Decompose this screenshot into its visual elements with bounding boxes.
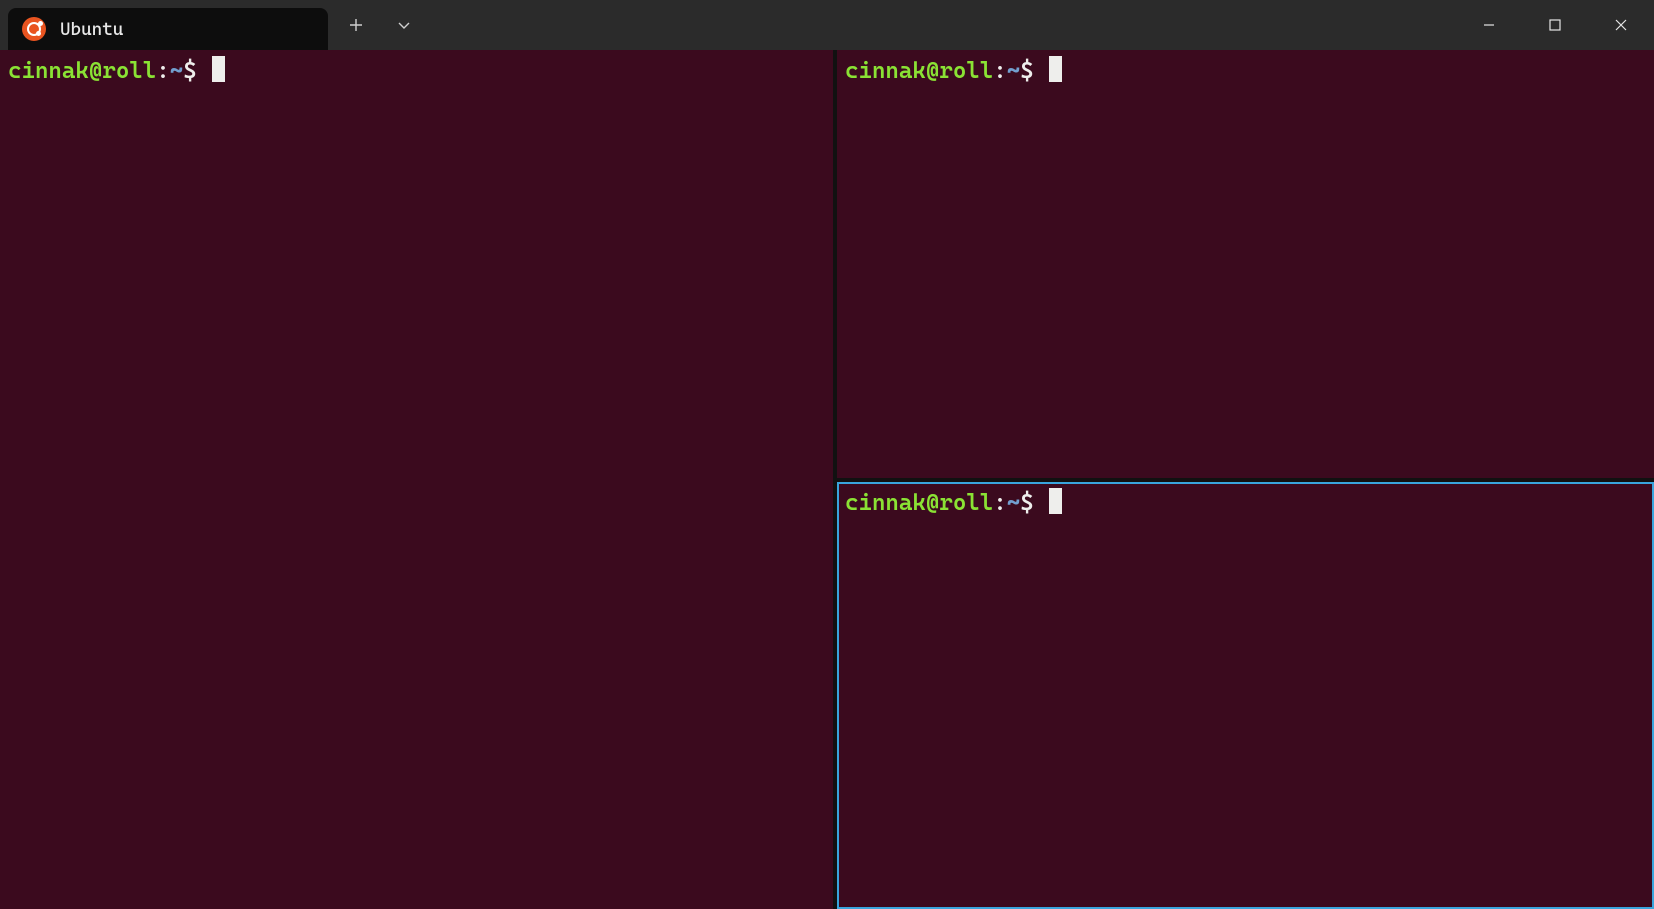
close-icon — [1614, 18, 1628, 32]
new-tab-button[interactable] — [332, 4, 380, 46]
cursor — [212, 56, 225, 82]
prompt-userhost: cinnak@roll — [8, 58, 156, 84]
prompt-userhost: cinnak@roll — [845, 58, 993, 84]
tab-close-button[interactable] — [290, 17, 314, 41]
shell-prompt: cinnak@roll:~$ — [845, 488, 1646, 519]
close-icon — [290, 17, 314, 41]
plus-icon — [347, 16, 365, 34]
minimize-icon — [1482, 18, 1496, 32]
prompt-colon: : — [993, 490, 1006, 516]
prompt-path: ~ — [170, 58, 183, 84]
maximize-button[interactable] — [1522, 0, 1588, 50]
tab-dropdown-button[interactable] — [380, 4, 428, 46]
tab-title: Ubuntu — [60, 19, 276, 40]
tabstrip-controls — [328, 0, 432, 50]
chevron-down-icon — [395, 16, 413, 34]
prompt-dollar: $ — [183, 58, 196, 84]
prompt-dollar: $ — [1020, 490, 1033, 516]
prompt-colon: : — [156, 58, 169, 84]
cursor — [1049, 488, 1062, 514]
pane-right-column: cinnak@roll:~$ cinnak@roll:~$ — [837, 50, 1654, 909]
tab-ubuntu[interactable]: Ubuntu — [8, 8, 328, 50]
prompt-colon: : — [993, 58, 1006, 84]
prompt-path: ~ — [1007, 58, 1020, 84]
prompt-dollar: $ — [1020, 58, 1033, 84]
maximize-icon — [1548, 18, 1562, 32]
cursor — [1049, 56, 1062, 82]
shell-prompt: cinnak@roll:~$ — [8, 56, 825, 87]
pane-bottom-right[interactable]: cinnak@roll:~$ — [837, 482, 1654, 909]
prompt-path: ~ — [1007, 490, 1020, 516]
window-close-button[interactable] — [1588, 0, 1654, 50]
ubuntu-icon — [22, 17, 46, 41]
prompt-userhost: cinnak@roll — [845, 490, 993, 516]
pane-top-right[interactable]: cinnak@roll:~$ — [837, 50, 1654, 482]
titlebar-drag-region[interactable] — [432, 0, 1456, 50]
pane-left[interactable]: cinnak@roll:~$ — [0, 50, 837, 909]
titlebar: Ubuntu — [0, 0, 1654, 50]
window-controls — [1456, 0, 1654, 50]
tabstrip: Ubuntu — [0, 0, 328, 50]
minimize-button[interactable] — [1456, 0, 1522, 50]
terminal-window: Ubuntu — [0, 0, 1654, 909]
shell-prompt: cinnak@roll:~$ — [845, 56, 1646, 87]
pane-container: cinnak@roll:~$ cinnak@roll:~$ cinnak@rol… — [0, 50, 1654, 909]
